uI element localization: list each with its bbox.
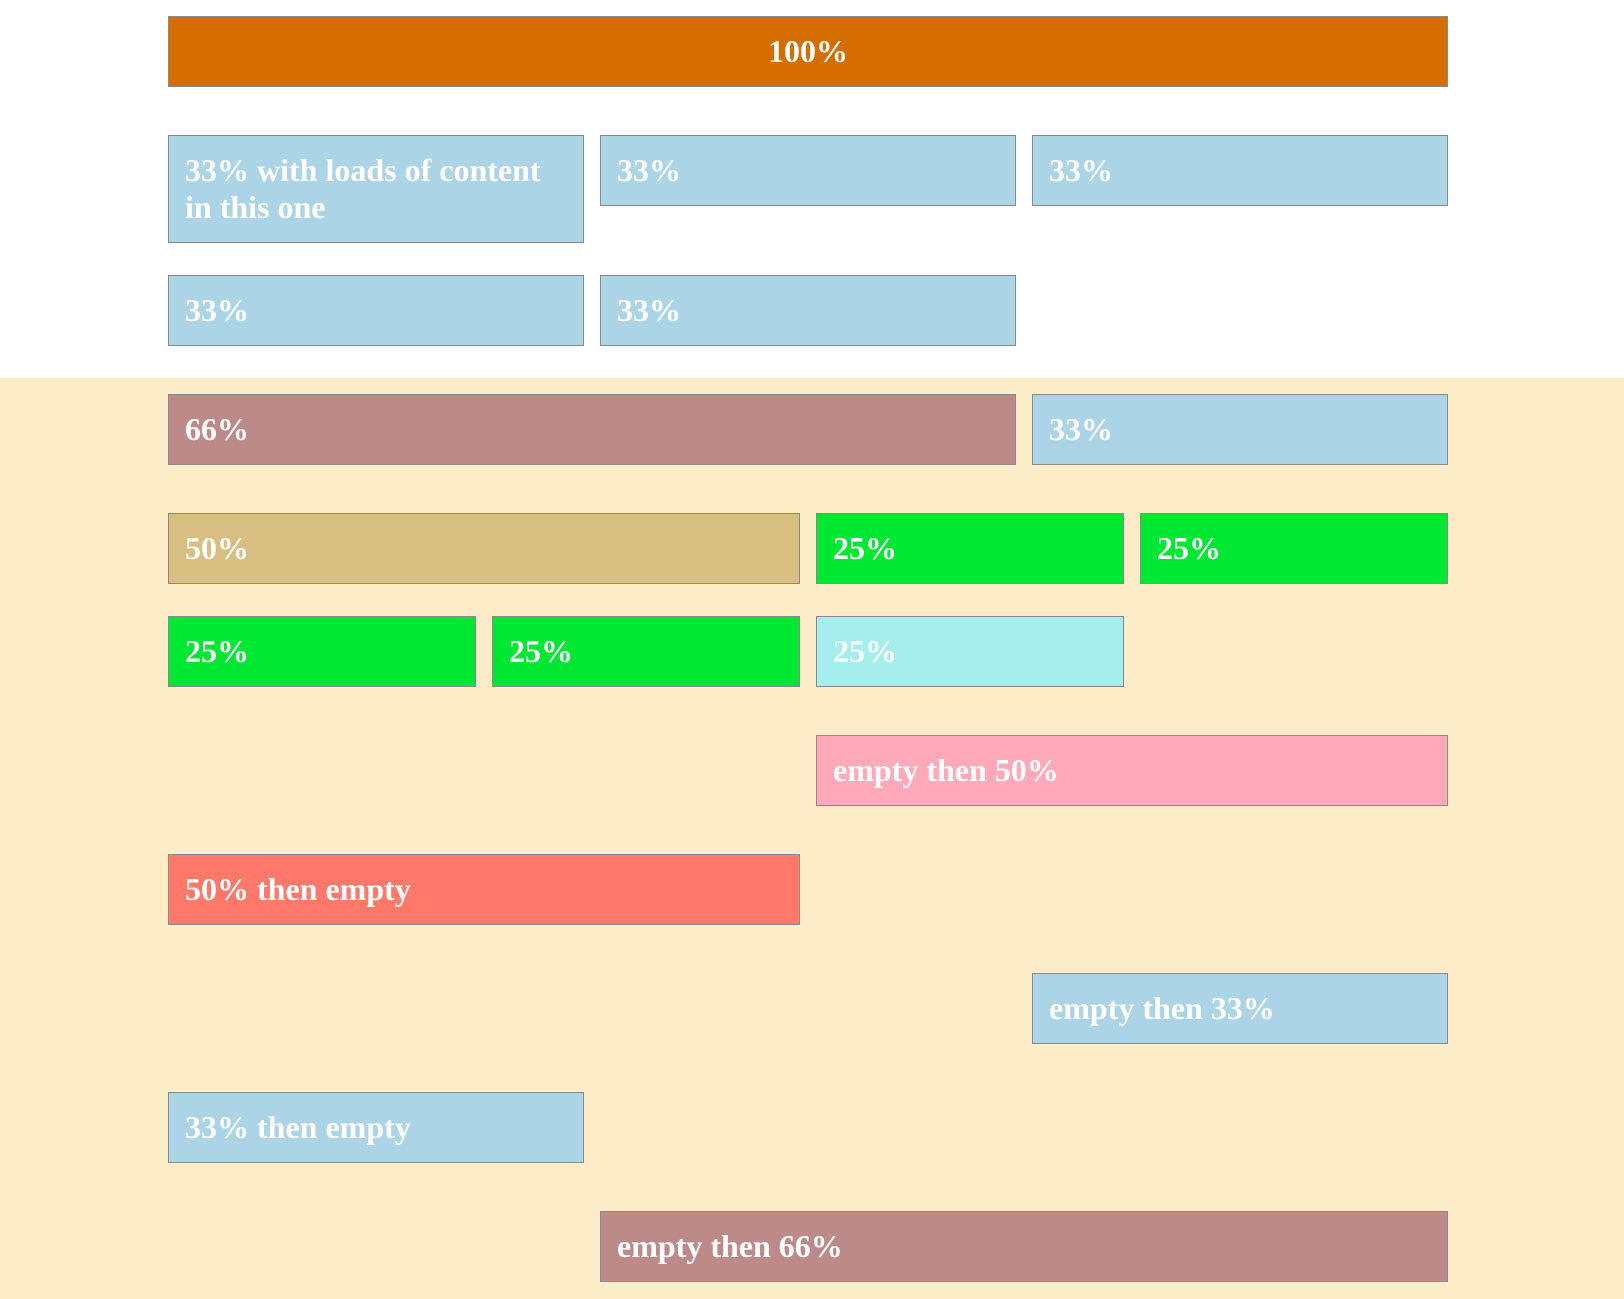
cell-33-percent: 33%	[1032, 135, 1448, 206]
cell-33-percent: 33%	[168, 275, 584, 346]
cell-33-percent: 33%	[600, 275, 1016, 346]
cell-25-percent: 25%	[492, 616, 800, 687]
cell-50-percent: 50%	[168, 513, 800, 584]
cell-empty-then-66-percent: empty then 66%	[600, 1211, 1448, 1282]
cell-empty-then-33-percent: empty then 33%	[1032, 973, 1448, 1044]
cell-empty-then-50-percent: empty then 50%	[816, 735, 1448, 806]
cell-66-percent: 66%	[168, 394, 1016, 465]
cell-33-percent-loads-of-content: 33% with loads of content in this one	[168, 135, 584, 243]
cell-25-percent: 25%	[816, 513, 1124, 584]
cell-25-percent: 25%	[168, 616, 476, 687]
cell-50-percent-then-empty: 50% then empty	[168, 854, 800, 925]
cell-33-percent-then-empty: 33% then empty	[168, 1092, 584, 1163]
grid-demo-page: 100% 33% with loads of content in this o…	[0, 0, 1624, 1299]
cell-33-percent: 33%	[1032, 394, 1448, 465]
cell-100-percent: 100%	[168, 16, 1448, 87]
cell-33-percent: 33%	[600, 135, 1016, 206]
cell-25-percent: 25%	[816, 616, 1124, 687]
cell-25-percent: 25%	[1140, 513, 1448, 584]
